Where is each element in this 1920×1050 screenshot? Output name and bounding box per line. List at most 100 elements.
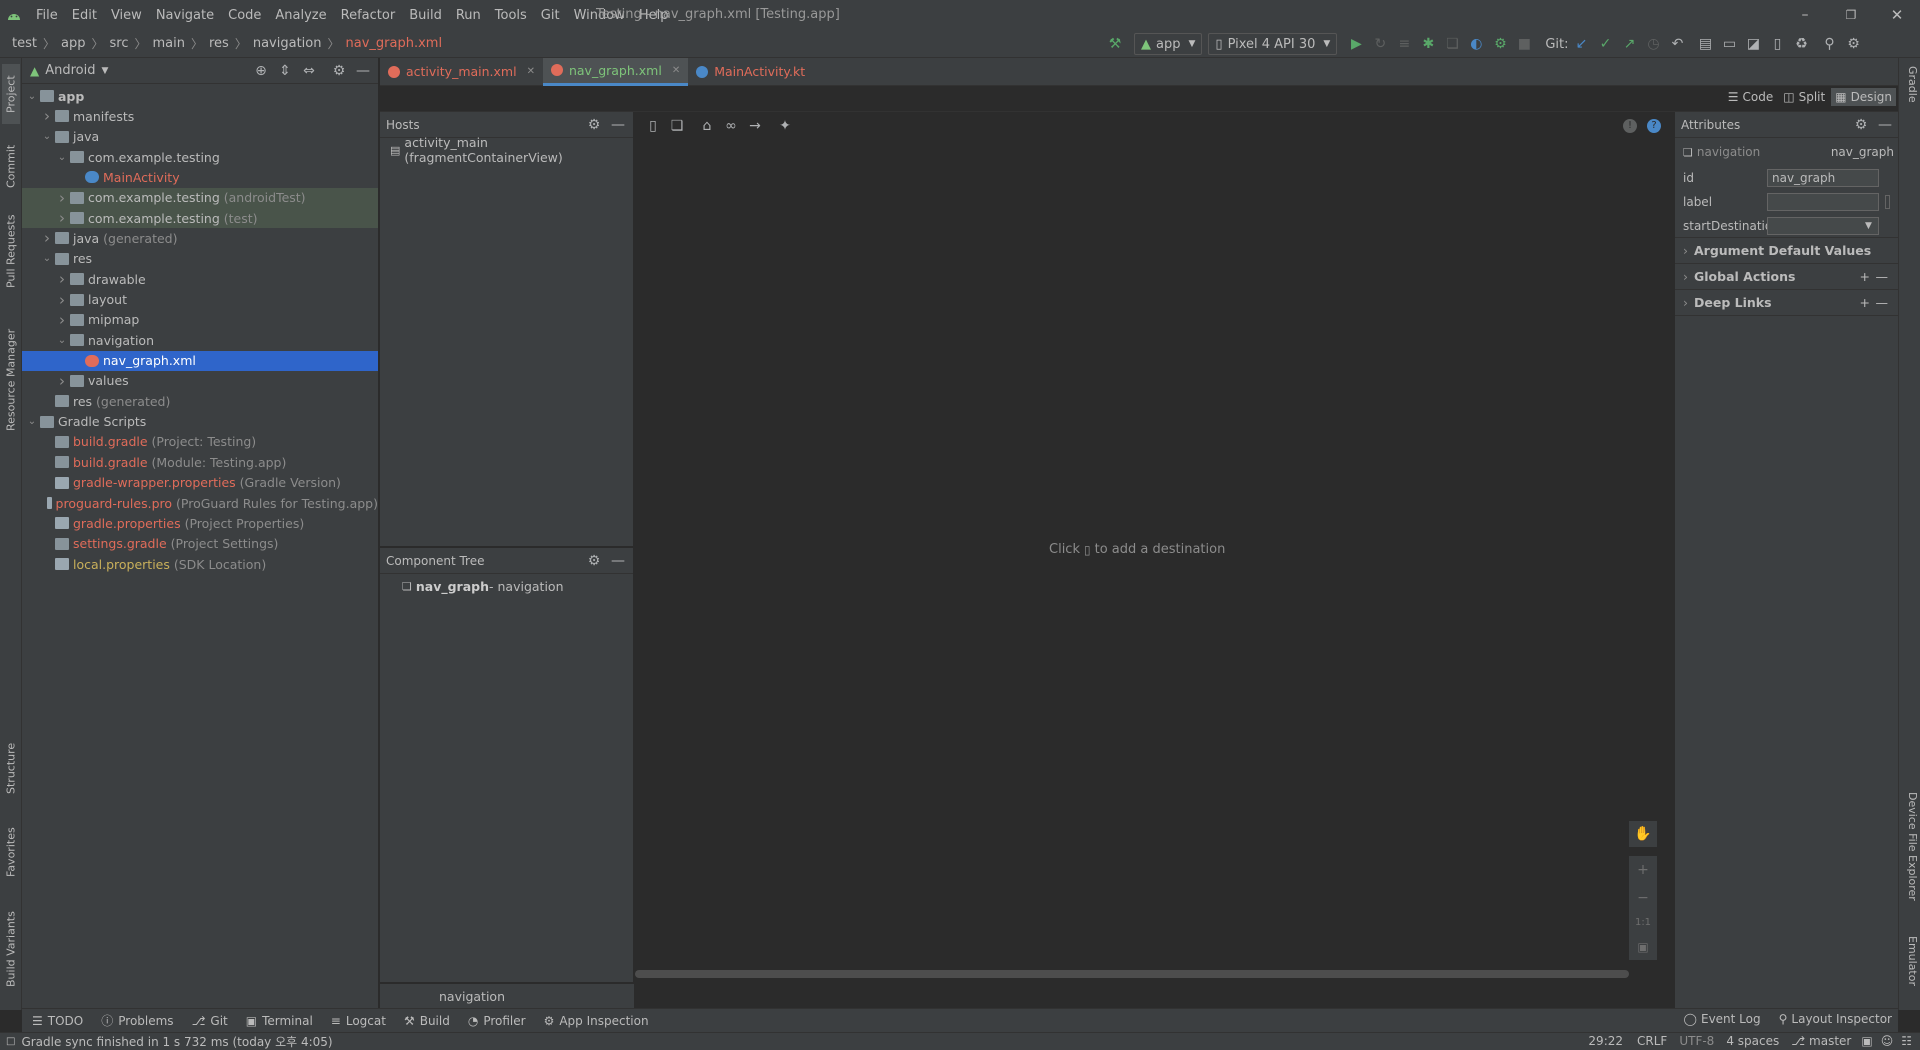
gear-icon[interactable]: ⚙	[328, 60, 350, 82]
tool-tab-pull-requests[interactable]: Pull Requests	[2, 206, 20, 296]
device-manager-icon[interactable]: ▯	[1767, 33, 1789, 55]
tree-item[interactable]: proguard-rules.pro (ProGuard Rules for T…	[22, 493, 378, 513]
chevron-down-icon[interactable]: ▼	[1865, 221, 1872, 231]
chevron-right-icon[interactable]: ›	[56, 372, 68, 390]
tree-item[interactable]: build.gradle (Project: Testing)	[22, 432, 378, 452]
memory-icon[interactable]: ☷	[1901, 1034, 1912, 1048]
warning-icon[interactable]: !	[1623, 119, 1637, 133]
tree-item[interactable]: › com.example.testing (androidTest)	[22, 187, 378, 208]
chevron-right-icon[interactable]: ›	[56, 209, 68, 227]
attach-debugger-icon[interactable]: ❏	[1441, 33, 1463, 55]
auto-arrange-icon[interactable]: ✦	[774, 115, 796, 137]
tree-item[interactable]: nav_graph.xml	[22, 350, 378, 371]
maximize-button[interactable]: ❐	[1828, 8, 1874, 22]
gear-icon[interactable]: ⚙	[1850, 114, 1872, 136]
tree-item[interactable]: › mipmap	[22, 310, 378, 330]
git-push-icon[interactable]: ↗	[1619, 33, 1641, 55]
tree-item[interactable]: settings.gradle (Project Settings)	[22, 534, 378, 554]
run-config-select[interactable]: ▲ app ▼	[1134, 33, 1203, 55]
tree-item[interactable]: ⌄ com.example.testing	[22, 147, 378, 167]
tree-item[interactable]: › values	[22, 371, 378, 391]
profile-icon[interactable]: ◐	[1465, 33, 1487, 55]
design-canvas[interactable]: Click ▯ to add a destination	[635, 138, 1673, 984]
tool-tab-commit[interactable]: Commit	[2, 138, 20, 194]
project-view-select[interactable]: Android	[45, 63, 95, 78]
bottom-breadcrumb-label[interactable]: navigation	[439, 989, 505, 1004]
rerun-icon[interactable]: ↻	[1369, 33, 1391, 55]
split-view-button[interactable]: ◫ Split	[1783, 90, 1825, 104]
tree-item[interactable]: › manifests	[22, 106, 378, 126]
stop-icon[interactable]: ■	[1513, 33, 1535, 55]
tree-item[interactable]: local.properties (SDK Location)	[22, 554, 378, 574]
avd-manager-icon[interactable]: ◪	[1743, 33, 1765, 55]
bottom-tab-todo[interactable]: ☰ TODO	[32, 1014, 83, 1028]
sdk-manager-icon[interactable]: ▭	[1719, 33, 1741, 55]
code-view-button[interactable]: ☰ Code	[1728, 90, 1774, 104]
hide-panel-icon[interactable]: —	[607, 114, 629, 136]
menu-build[interactable]: Build	[409, 8, 442, 23]
breadcrumb-item[interactable]: src	[109, 36, 128, 51]
minimize-button[interactable]: –	[1782, 7, 1828, 23]
bottom-tab-git[interactable]: ⎇ Git	[192, 1014, 228, 1028]
layout-inspector-tab[interactable]: ⚲ Layout Inspector	[1779, 1012, 1892, 1026]
chevron-down-icon[interactable]: ⌄	[56, 335, 68, 346]
rollback-icon[interactable]: ↶	[1667, 33, 1689, 55]
git-history-icon[interactable]: ◷	[1643, 33, 1665, 55]
zoom-in-icon[interactable]: +	[1637, 862, 1649, 878]
indent-setting[interactable]: 4 spaces	[1726, 1034, 1779, 1048]
zoom-out-icon[interactable]: −	[1637, 890, 1649, 906]
chevron-right-icon[interactable]: ›	[41, 107, 53, 125]
tree-item[interactable]: › com.example.testing (test)	[22, 208, 378, 229]
menu-git[interactable]: Git	[541, 8, 560, 23]
tree-item[interactable]: gradle-wrapper.properties (Gradle Versio…	[22, 473, 378, 493]
status-message[interactable]: Gradle sync finished in 1 s 732 ms (toda…	[21, 1033, 332, 1050]
chevron-right-icon[interactable]: ›	[56, 291, 68, 309]
chevron-down-icon[interactable]: ⌄	[41, 253, 53, 264]
section-argument-default-values[interactable]: › Argument Default Values	[1675, 238, 1898, 264]
expand-all-icon[interactable]: ⇕	[274, 60, 296, 82]
git-branch[interactable]: master	[1809, 1034, 1851, 1048]
tool-tab-gradle[interactable]: Gradle	[1901, 66, 1919, 126]
inspector-face-icon[interactable]: ☺	[1881, 1034, 1894, 1048]
tree-item[interactable]: build.gradle (Module: Testing.app)	[22, 452, 378, 472]
menu-run[interactable]: Run	[456, 8, 481, 23]
hide-panel-icon[interactable]: —	[352, 60, 374, 82]
tree-item[interactable]: res (generated)	[22, 391, 378, 411]
tree-item[interactable]: MainActivity	[22, 167, 378, 187]
search-icon[interactable]: ⚲	[1819, 33, 1841, 55]
tab-nav-graph-xml[interactable]: nav_graph.xml ✕	[542, 57, 689, 86]
actual-size-icon[interactable]: 1:1	[1635, 917, 1651, 928]
add-icon[interactable]: +	[1860, 269, 1870, 284]
close-tab-icon[interactable]: ✕	[672, 65, 680, 76]
section-global-actions[interactable]: › Global Actions + —	[1675, 264, 1898, 290]
tool-tab-project[interactable]: Project	[2, 64, 20, 124]
bottom-tab-terminal[interactable]: ▣ Terminal	[246, 1014, 313, 1028]
action-arrow-icon[interactable]: →	[744, 115, 766, 137]
chevron-down-icon[interactable]: ▼	[102, 66, 109, 76]
remove-icon[interactable]: —	[1876, 295, 1889, 310]
tab-mainactivity-kt[interactable]: MainActivity.kt	[688, 58, 813, 86]
remove-icon[interactable]: —	[1876, 269, 1889, 284]
tree-item[interactable]: ⌄ java	[22, 127, 378, 147]
design-view-button[interactable]: ▦ Design	[1831, 88, 1896, 106]
close-tab-icon[interactable]: ✕	[527, 66, 535, 77]
tree-item[interactable]: gradle.properties (Project Properties)	[22, 513, 378, 533]
menu-edit[interactable]: Edit	[72, 8, 97, 23]
add-icon[interactable]: +	[1860, 295, 1870, 310]
caret-position[interactable]: 29:22	[1588, 1034, 1623, 1048]
bottom-tab-build[interactable]: ⚒ Build	[404, 1014, 450, 1028]
git-commit-icon[interactable]: ✓	[1595, 33, 1617, 55]
git-update-icon[interactable]: ↙	[1571, 33, 1593, 55]
tree-item[interactable]: ⌄ navigation	[22, 330, 378, 350]
chevron-down-icon[interactable]: ⌄	[26, 91, 38, 102]
bottom-tab-app-inspection[interactable]: ⚙ App Inspection	[544, 1014, 649, 1028]
component-tree-root[interactable]: ❏ nav_graph - navigation	[380, 574, 633, 598]
breadcrumb-item[interactable]: navigation	[253, 36, 322, 51]
lock-icon[interactable]: ▣	[1861, 1034, 1872, 1048]
tree-item[interactable]: › layout	[22, 290, 378, 310]
chevron-right-icon[interactable]: ›	[56, 311, 68, 329]
chevron-down-icon[interactable]: ⌄	[56, 152, 68, 163]
new-destination-icon[interactable]: ▯	[642, 115, 664, 137]
tab-activity-main-xml[interactable]: activity_main.xml ✕	[380, 58, 543, 86]
breadcrumb-item[interactable]: res	[209, 36, 229, 51]
